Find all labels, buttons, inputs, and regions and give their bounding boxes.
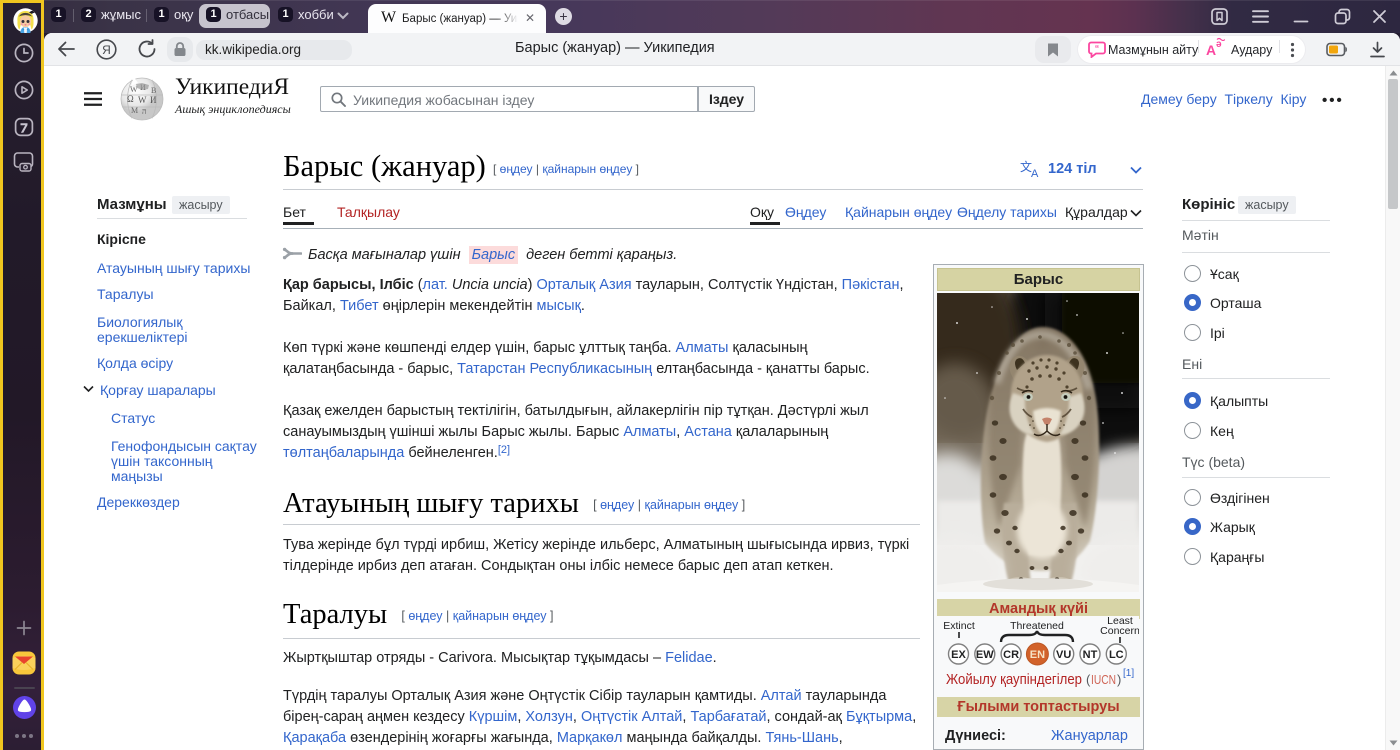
- svg-text:M: M: [131, 106, 138, 115]
- svg-text:Я: Я: [102, 43, 111, 57]
- svg-text:EN: EN: [1030, 649, 1045, 661]
- svg-text:B: B: [151, 86, 156, 95]
- svg-text:A: A: [1031, 168, 1039, 178]
- svg-text:W: W: [138, 95, 147, 105]
- svg-text:NT: NT: [1083, 649, 1098, 661]
- svg-text:): ): [1117, 672, 1121, 687]
- svg-text:[1]: [1]: [1123, 668, 1134, 679]
- svg-text:Concern: Concern: [1100, 625, 1139, 637]
- svg-text:LC: LC: [1109, 649, 1124, 661]
- svg-text:VU: VU: [1056, 649, 1071, 661]
- svg-text:EW: EW: [976, 649, 994, 661]
- svg-text:Жойылу қаупіндегілер: Жойылу қаупіндегілер: [946, 672, 1082, 688]
- svg-text:IUCN: IUCN: [1091, 672, 1116, 687]
- svg-text:Ω: Ω: [127, 94, 134, 104]
- svg-text:ה: ה: [142, 107, 147, 116]
- svg-text:Threatened: Threatened: [1010, 620, 1064, 632]
- svg-text:Extinct: Extinct: [943, 620, 975, 632]
- svg-text:EX: EX: [951, 649, 966, 661]
- svg-text:И: И: [150, 95, 157, 105]
- svg-text:“: “: [1095, 44, 1100, 54]
- svg-text:CR: CR: [1003, 649, 1019, 661]
